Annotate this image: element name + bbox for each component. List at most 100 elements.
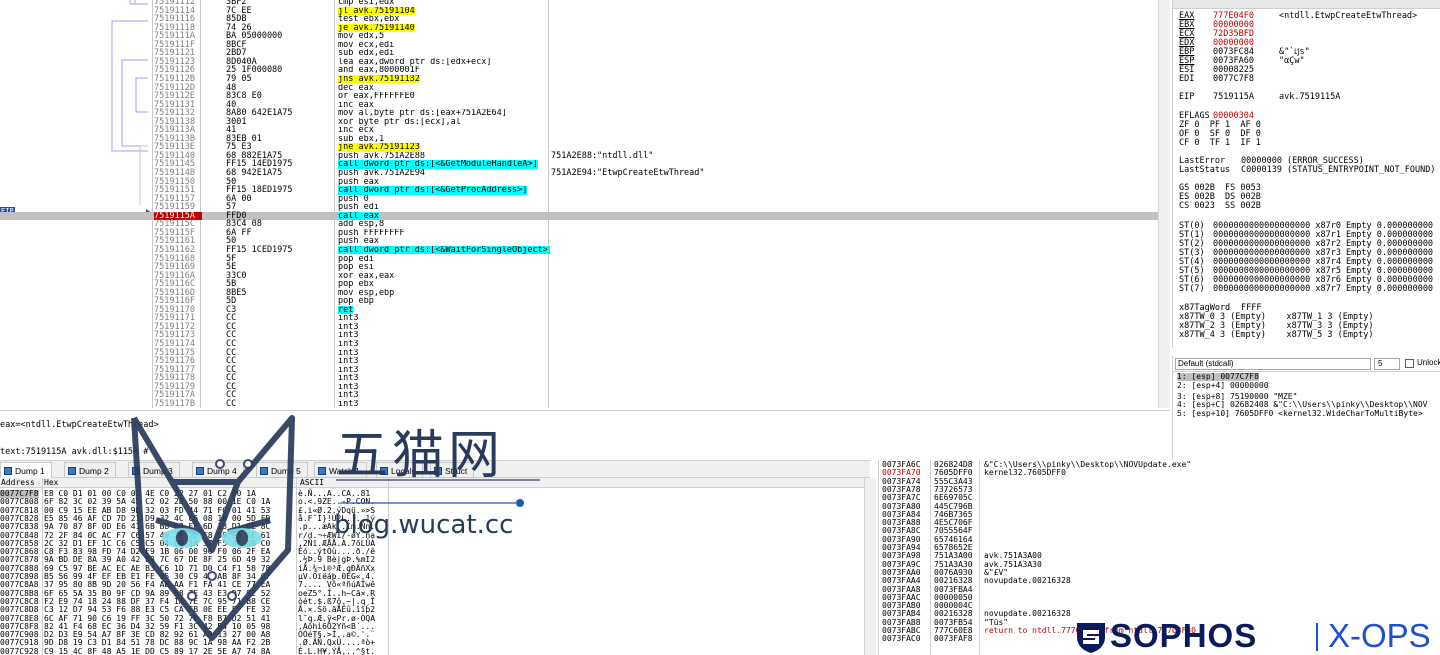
register-row[interactable]: ST(7) 0000000000000000000 x87r7 Empty 0.0… — [1179, 285, 1433, 294]
disasm-instruction: push avk.751A2E94 — [338, 169, 425, 178]
disasm-instruction: push eax — [338, 237, 379, 246]
tab-dump-4[interactable]: Dump 4 — [192, 462, 244, 478]
disasm-bytes: 33C0 — [226, 270, 247, 281]
memory-icon — [68, 467, 76, 475]
disasm-bytes: CC — [226, 364, 237, 375]
dump-pane[interactable]: Address Hex ASCII 0077C7F8 E8 C0 D1 01 00… — [0, 478, 865, 655]
sophos-logo: SOPHOS X-OPS — [1074, 616, 1440, 655]
tab-dump-2[interactable]: Dump 2 — [64, 462, 116, 478]
dump-address: 0077C928 — [0, 646, 39, 655]
stack-comment: kernel32.7605DFF0 — [984, 468, 1066, 478]
register-name: EDI — [1179, 74, 1195, 84]
register-row[interactable]: CS 0023 SS 002B — [1179, 202, 1261, 211]
calling-convention-select[interactable]: Default (stdcall) — [1175, 358, 1371, 370]
dump-header-hex: Hex — [44, 478, 59, 487]
arguments-pane[interactable]: Default (stdcall) 5 Unlock 1: [esp] 0077… — [1172, 356, 1440, 460]
disasm-instruction: add esp,8 — [338, 220, 385, 229]
tab-dump-5[interactable]: Dump 5 — [256, 462, 308, 478]
register-row[interactable]: EIP 7519115A avk.7519115A — [1179, 93, 1340, 102]
disasm-comment: 751A2E94:"EtwpCreateEtwThread" — [551, 168, 705, 178]
argument-row[interactable]: 5: [esp+10] 7605DFF0 <kernel32.WideCharT… — [1177, 410, 1423, 418]
disasm-instruction: ret — [338, 305, 354, 315]
stack-comment: novupdate.00216328 — [984, 576, 1071, 586]
argument-row[interactable]: 2: [esp+4] 00000000 — [1177, 382, 1269, 390]
disasm-comment: 751A2E88:"ntdll.dll" — [551, 150, 654, 161]
disasm-instruction: xor byte ptr ds:[ecx],al — [338, 117, 461, 127]
argument-row[interactable]: 4: [esp+C] 02682408 &"C:\\Users\\pinky\\… — [1177, 401, 1427, 409]
disassembly-pane[interactable]: EIP 751911123BF2cmp esi,edx751911147C EE… — [0, 0, 1160, 408]
disasm-bytes: 6A FF — [226, 227, 252, 238]
disasm-bytes: FF15 1CED1975 — [226, 244, 293, 255]
disasm-instruction: int3 — [338, 399, 359, 408]
disasm-instruction: int3 — [338, 391, 359, 400]
register-value: x87TW_4 3 (Empty) x87TW_5 3 (Empty) — [1179, 330, 1374, 340]
disasm-instruction: mov esp,ebp — [338, 288, 395, 298]
disasm-instruction: pop ebp — [338, 297, 374, 306]
disasm-instruction: pop edi — [338, 254, 374, 264]
disasm-bytes: 5D — [226, 296, 237, 307]
disasm-instruction: jl avk.75191104 — [338, 6, 415, 16]
memory-icon — [132, 467, 140, 475]
disasm-instruction: pop ebx — [338, 280, 374, 289]
disasm-instruction: call dword ptr ds:[<&WaitForSingleObject… — [338, 245, 550, 255]
disasm-instruction: je avk.75191140 — [338, 23, 415, 33]
disasm-instruction: and eax,8000001F — [338, 66, 420, 75]
disasm-instruction: int3 — [338, 365, 359, 375]
disasm-instruction: int3 — [338, 374, 359, 383]
register-row[interactable]: EDI 0077C7F8 — [1179, 75, 1254, 84]
disasm-instruction: or eax,FFFFFFE0 — [338, 92, 415, 101]
disasm-bytes: 5F — [226, 253, 237, 264]
dump-ascii: É.L.H¥.ÝÅ...^§t. — [298, 646, 376, 655]
disasm-bytes: CC — [226, 390, 237, 401]
disasm-bytes: CC — [226, 398, 237, 408]
dump-row[interactable]: 0077C928 C9 15 4C 8F 48 A5 1E DD C5 89 17… — [0, 646, 860, 655]
register-row[interactable]: LastStatus C0000139 (STATUS_ENTRYPOINT_NO… — [1179, 166, 1435, 175]
xops-product-text: X-OPS — [1328, 617, 1431, 654]
unlock-checkbox[interactable] — [1405, 359, 1414, 368]
disasm-instruction: jne avk.75191123 — [338, 143, 420, 152]
disasm-instruction: inc ecx — [338, 126, 374, 135]
register-row[interactable]: CF 0 TF 1 IF 1 — [1179, 139, 1261, 148]
disasm-instruction: pop esi — [338, 263, 374, 272]
disasm-instruction: jns avk.75191132 — [338, 74, 420, 84]
tab-label: Dump 5 — [271, 466, 301, 476]
register-value: CF 0 TF 1 IF 1 — [1179, 138, 1261, 148]
disasm-instruction: int3 — [338, 322, 359, 332]
info-line-2: text:7519115A avk.dll:$115A # — [0, 447, 149, 457]
register-name: LastStatus — [1179, 165, 1231, 175]
disasm-bytes: CC — [226, 313, 237, 324]
argument-count-stepper[interactable]: 5 — [1374, 358, 1400, 370]
register-comment: avk.7519115A — [1279, 92, 1341, 102]
disasm-instruction: int3 — [338, 357, 359, 366]
tab-label: Dump 2 — [79, 466, 109, 476]
disasm-bytes: CC — [226, 381, 237, 392]
disasm-instruction: inc eax — [338, 100, 374, 110]
disasm-instruction: push 0 — [338, 194, 369, 204]
tab-label: Dump 4 — [207, 466, 237, 476]
disasm-bytes: 3001 — [226, 116, 247, 127]
tab-dump-1[interactable]: Dump 1 — [0, 462, 52, 478]
disasm-instruction: test ebx,ebx — [338, 15, 400, 24]
disasm-row[interactable]: 7519117B CC int3 — [0, 400, 1160, 408]
register-row[interactable]: x87TW_4 3 (Empty) x87TW_5 3 (Empty) — [1179, 331, 1373, 340]
info-pane: eax=<ntdll.EtwpCreateEtwThread> text:751… — [0, 410, 1170, 460]
tab-dump-3[interactable]: Dump 3 — [128, 462, 180, 478]
disasm-instruction: int3 — [338, 348, 359, 358]
shield-icon — [1077, 623, 1105, 653]
dump-scrollbar[interactable] — [864, 478, 876, 655]
disasm-instruction: int3 — [338, 331, 359, 340]
disasm-bytes: CC — [226, 373, 237, 384]
disasm-instruction: mov ecx,edi — [338, 40, 395, 50]
disassembly-scrollbar[interactable] — [1158, 0, 1170, 408]
registers-pane[interactable]: EAX 777E04F0 <ntdll.EtwpCreateEtwThread> EB… — [1172, 0, 1440, 348]
memory-icon — [4, 467, 12, 475]
disasm-instruction: call dword ptr ds:[<&GetModuleHandleA>] — [338, 160, 538, 169]
register-value: C0000139 (STATUS_ENTRYPOINT_NOT_FOUND) — [1241, 165, 1436, 175]
disasm-bytes: C3 — [226, 304, 237, 315]
sophos-brand-text: SOPHOS — [1110, 617, 1258, 654]
argument-row[interactable]: 1: [esp] 0077C7F8 — [1177, 373, 1259, 381]
arguments-toolbar: Default (stdcall) 5 Unlock — [1173, 356, 1440, 372]
disasm-bytes: CC — [226, 339, 237, 349]
disasm-bytes: 83C8 E0 — [226, 91, 262, 102]
disasm-bytes: CC — [226, 347, 237, 358]
